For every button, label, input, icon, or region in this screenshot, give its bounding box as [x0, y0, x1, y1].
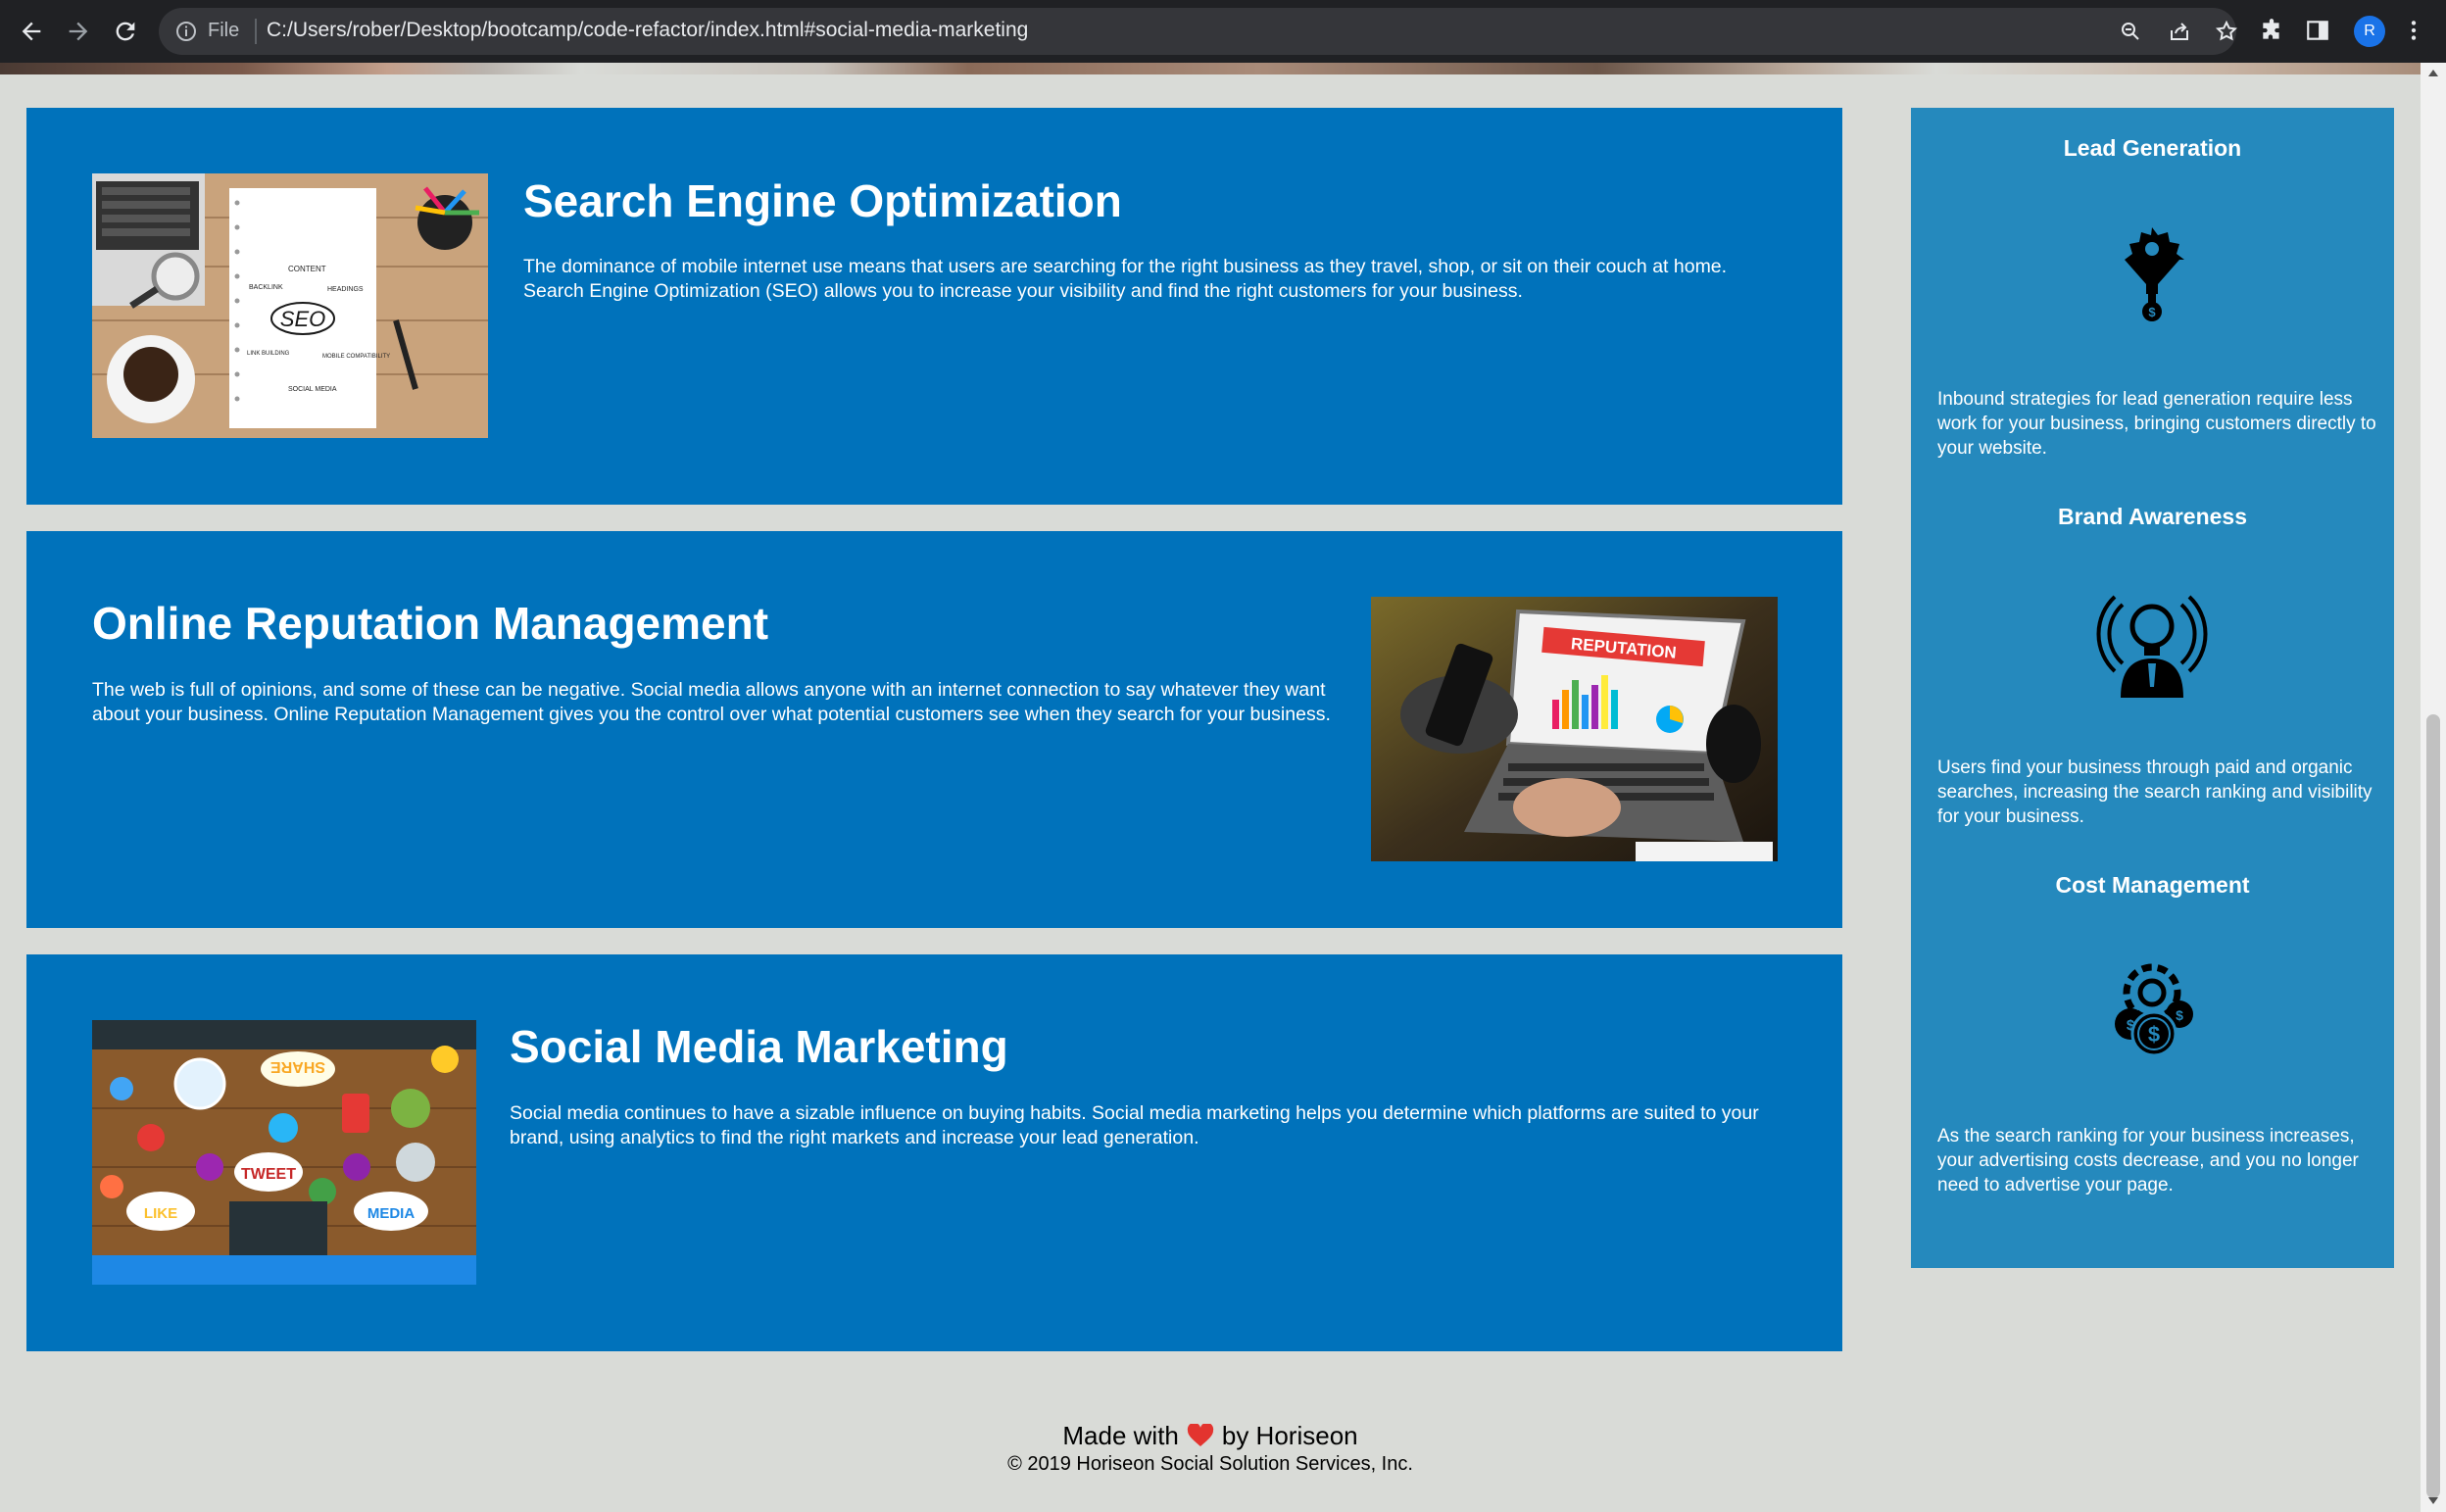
cost-management-icon: $ $ $: [2093, 953, 2211, 1071]
orm-text: The web is full of opinions, and some of…: [92, 679, 1331, 725]
menu-icon[interactable]: [2401, 18, 2428, 45]
zoom-icon[interactable]: [2119, 20, 2142, 43]
seo-image-label-link-building: LINK BUILDING: [247, 351, 290, 357]
seo-image-label-backlink: BACKLINK: [249, 284, 283, 291]
scroll-thumb[interactable]: [2426, 714, 2440, 1498]
brand-awareness-icon: [2093, 585, 2211, 703]
scroll-up-icon[interactable]: [2426, 67, 2440, 80]
smm-image-label-tweet: TWEET: [241, 1166, 296, 1183]
profile-avatar[interactable]: R: [2354, 16, 2385, 47]
back-arrow-icon[interactable]: [14, 14, 49, 49]
side-panel-icon[interactable]: [2305, 18, 2332, 45]
seo-image-label-social: SOCIAL MEDIA: [288, 386, 337, 393]
seo-image-label-mobile: MOBILE COMPATIBILITY: [322, 354, 390, 360]
seo-title: Search Engine Optimization: [523, 175, 1122, 226]
smm-image-label-media: MEDIA: [367, 1205, 416, 1222]
made-with-text: Made with: [1062, 1421, 1179, 1450]
copyright: © 2019 Horiseon Social Solution Services…: [1007, 1453, 1413, 1475]
cost-management-title: Cost Management: [2055, 872, 2250, 898]
address-bar[interactable]: File C:/Users/rober/Desktop/bootcamp/cod…: [159, 8, 2238, 55]
orm-title: Online Reputation Management: [92, 598, 769, 649]
scroll-down-icon[interactable]: [2426, 1493, 2440, 1507]
svg-text:$: $: [2148, 1022, 2160, 1047]
orm-image: REPUTATION: [1371, 597, 1778, 861]
url-text[interactable]: C:/Users/rober/Desktop/bootcamp/code-ref…: [267, 19, 1028, 42]
seo-section: CONTENT BACKLINK HEADINGS SEO LINK BUILD…: [26, 108, 1842, 505]
forward-arrow-icon[interactable]: [61, 14, 96, 49]
seo-image-label-content: CONTENT: [288, 265, 326, 273]
star-icon[interactable]: [2215, 20, 2238, 43]
lead-generation-text: Inbound strategies for lead generation r…: [1937, 389, 2376, 459]
svg-text:$: $: [2127, 1017, 2135, 1034]
made-with-line: Made with by Horiseon: [0, 1419, 2421, 1452]
footer: Made with by Horiseon © 2019 Horiseon Soc…: [0, 1419, 2421, 1476]
cost-management-text: As the search ranking for your business …: [1937, 1126, 2359, 1195]
brand-awareness-text: Users find your business through paid an…: [1937, 757, 2373, 827]
smm-section: SHARE TWEET LIKE MEDIA Social Media Mark…: [26, 954, 1842, 1351]
smm-title: Social Media Marketing: [510, 1021, 1008, 1072]
seo-text: The dominance of mobile internet use mea…: [523, 256, 1728, 302]
brand-awareness-title: Brand Awareness: [2057, 504, 2248, 529]
lead-generation-title: Lead Generation: [2063, 135, 2242, 161]
info-icon[interactable]: [174, 20, 198, 43]
smm-image-label-like: LIKE: [144, 1205, 177, 1222]
reload-icon[interactable]: [108, 14, 143, 49]
file-scheme-label: File: [208, 20, 240, 41]
seo-image-label-seo: SEO: [280, 307, 325, 331]
browser-toolbar: File C:/Users/rober/Desktop/bootcamp/cod…: [0, 0, 2446, 63]
orm-section: Online Reputation Management The web is …: [26, 531, 1842, 928]
smm-image-label-share: SHARE: [270, 1058, 325, 1075]
smm-image: SHARE TWEET LIKE MEDIA: [92, 1020, 476, 1285]
seo-image: CONTENT BACKLINK HEADINGS SEO LINK BUILD…: [92, 173, 488, 438]
svg-text:$: $: [2176, 1007, 2183, 1023]
smm-text: Social media continues to have a sizable…: [510, 1102, 1759, 1148]
omnibox-divider: [255, 19, 257, 44]
benefits-sidebar: Lead Generation $ Inbound strategies for…: [1911, 108, 2394, 1268]
page-scrollbar[interactable]: [2421, 63, 2446, 1512]
heart-icon: [1187, 1422, 1214, 1446]
extensions-icon[interactable]: [2259, 18, 2286, 45]
seo-image-label-headings: HEADINGS: [327, 286, 364, 293]
by-horiseon-text: by Horiseon: [1221, 1421, 1358, 1450]
lead-generation-icon: $: [2093, 216, 2211, 333]
share-icon[interactable]: [2168, 20, 2191, 43]
svg-text:$: $: [2148, 305, 2156, 319]
hero-image-bottom-edge: [0, 63, 2421, 74]
